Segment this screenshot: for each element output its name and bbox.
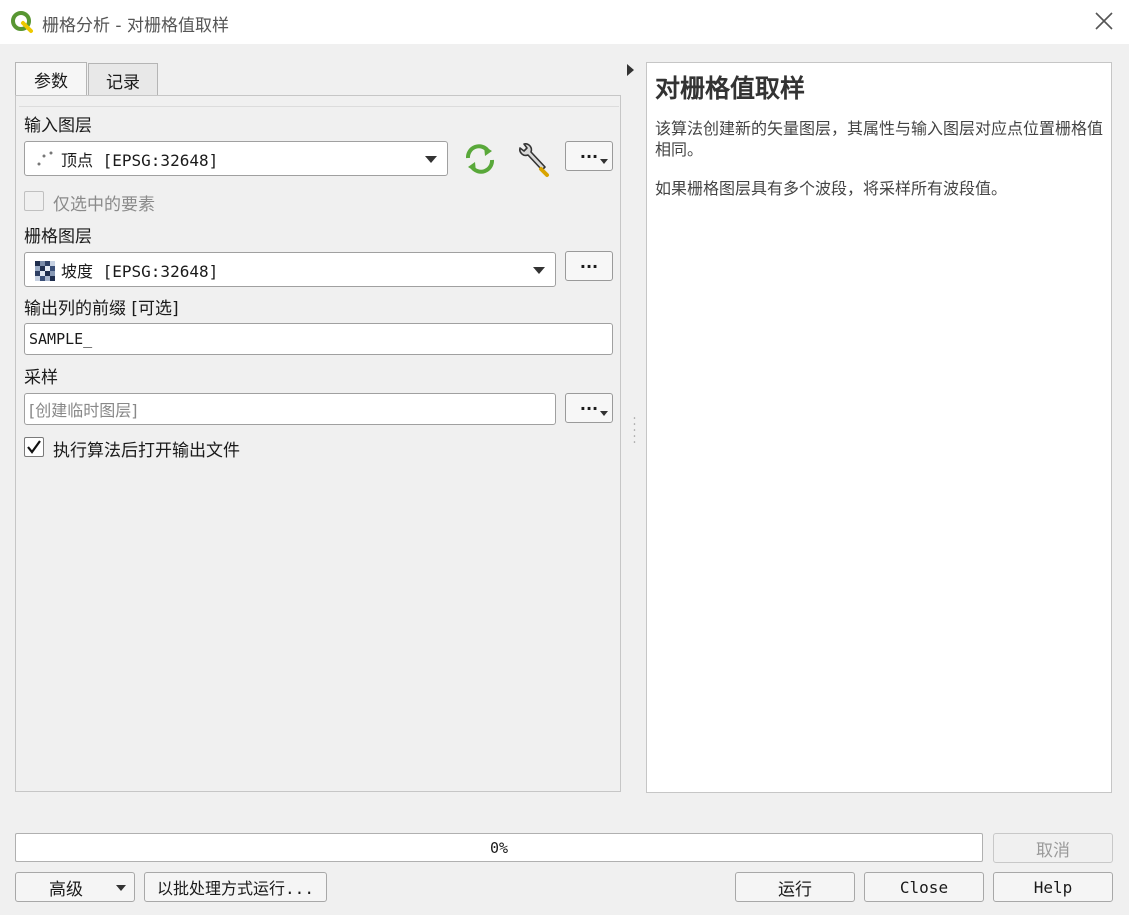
input-layer-options-button[interactable]: ···: [565, 141, 613, 171]
splitter-handle[interactable]: [633, 416, 636, 444]
tab-parameters[interactable]: 参数: [15, 62, 87, 96]
chevron-down-icon: [600, 411, 608, 416]
progress-text: 0%: [489, 838, 509, 857]
sampled-output-options-button[interactable]: ···: [565, 393, 613, 423]
cancel-button-label: 取消: [1036, 840, 1070, 861]
selected-only-label: 仅选中的要素: [53, 195, 155, 215]
open-output-label: 执行算法后打开输出文件: [53, 441, 240, 461]
raster-layer-icon: [35, 261, 55, 281]
dots-label: ···: [579, 398, 599, 418]
prefix-input[interactable]: SAMPLE_: [24, 323, 613, 355]
dots-label: ···: [579, 256, 599, 276]
collapse-arrow-icon[interactable]: [627, 64, 634, 76]
sampled-output-input[interactable]: [创建临时图层]: [24, 393, 556, 425]
title-bar: 栅格分析 - 对栅格值取样: [0, 0, 1129, 44]
iterate-refresh-icon[interactable]: [462, 143, 498, 175]
point-layer-icon: [37, 151, 53, 166]
wrench-icon[interactable]: [514, 140, 552, 178]
open-output-checkbox[interactable]: [24, 437, 44, 457]
raster-layer-options-button[interactable]: ···: [565, 251, 613, 281]
prefix-label: 输出列的前缀 [可选]: [24, 299, 179, 319]
batch-run-button[interactable]: 以批处理方式运行...: [144, 872, 327, 902]
help-button-label: Help: [1033, 877, 1073, 897]
advanced-button-label: 高级: [49, 879, 83, 900]
close-icon[interactable]: [1093, 10, 1115, 32]
sampled-label: 采样: [24, 368, 58, 388]
close-button[interactable]: Close: [864, 872, 984, 902]
tab-log-label: 记录: [106, 72, 140, 93]
help-button[interactable]: Help: [993, 872, 1113, 902]
qgis-logo-icon: [11, 11, 33, 33]
input-layer-value: 顶点 [EPSG:32648]: [61, 150, 219, 170]
help-panel: 对栅格值取样 该算法创建新的矢量图层，其属性与输入图层对应点位置栅格值相同。 如…: [646, 62, 1112, 793]
chevron-down-icon: [425, 156, 437, 163]
close-button-label: Close: [899, 877, 949, 897]
advanced-button[interactable]: 高级: [15, 872, 135, 902]
chevron-down-icon: [116, 885, 126, 891]
checkmark-icon: [27, 440, 41, 454]
run-button-label: 运行: [778, 879, 812, 900]
window-title: 栅格分析 - 对栅格值取样: [42, 16, 229, 36]
chevron-down-icon: [600, 159, 608, 164]
tab-log[interactable]: 记录: [88, 63, 158, 96]
selected-only-checkbox[interactable]: [24, 191, 44, 211]
chevron-down-icon: [533, 267, 545, 274]
sampled-output-placeholder: [创建临时图层]: [29, 401, 138, 420]
raster-layer-combo[interactable]: 坡度 [EPSG:32648]: [24, 252, 556, 287]
input-layer-label: 输入图层: [24, 116, 92, 136]
progress-bar: 0%: [15, 833, 983, 862]
help-title: 对栅格值取样: [655, 74, 806, 103]
raster-layer-value: 坡度 [EPSG:32648]: [61, 261, 219, 281]
dots-label: ···: [579, 146, 599, 166]
help-band-note: 如果栅格图层具有多个波段，将采样所有波段值。: [655, 179, 1008, 198]
raster-layer-label: 栅格图层: [24, 227, 92, 247]
help-description: 该算法创建新的矢量图层，其属性与输入图层对应点位置栅格值相同。: [655, 119, 1104, 159]
input-layer-combo[interactable]: 顶点 [EPSG:32648]: [24, 141, 448, 176]
prefix-input-value: SAMPLE_: [29, 330, 93, 348]
run-button[interactable]: 运行: [735, 872, 855, 902]
cancel-button[interactable]: 取消: [993, 833, 1113, 863]
tab-parameters-label: 参数: [34, 72, 68, 92]
batch-run-button-label: 以批处理方式运行...: [157, 879, 314, 898]
